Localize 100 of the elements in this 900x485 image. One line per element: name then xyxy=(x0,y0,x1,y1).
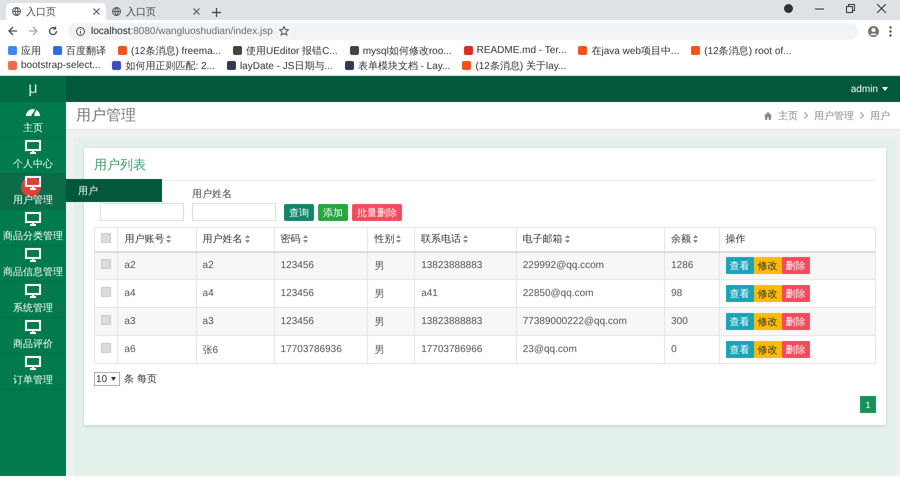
bookmark-link[interactable]: 应用 xyxy=(21,44,41,58)
sort-icon[interactable] xyxy=(564,235,570,244)
table-cell: a2 xyxy=(124,260,136,272)
search-button[interactable]: 查询 xyxy=(284,204,314,221)
new-tab-icon[interactable] xyxy=(212,8,221,17)
table-cell: a3 xyxy=(124,316,136,327)
bookmark-link[interactable]: 如何用正则匹配: 2... xyxy=(125,58,215,72)
submenu-item[interactable]: 用户 xyxy=(66,179,162,202)
delete-button[interactable]: 删除 xyxy=(782,285,810,302)
chevron-icon xyxy=(860,112,864,119)
address-field[interactable]: localhost:8080/wangluoshudian/index.jsp xyxy=(68,22,858,40)
monitor-icon xyxy=(25,320,41,334)
checkbox[interactable] xyxy=(101,315,111,325)
table-cell: 300 xyxy=(671,316,688,327)
star-icon[interactable] xyxy=(278,26,289,36)
table-cell: 男 xyxy=(374,344,384,356)
sort-icon[interactable] xyxy=(693,235,698,244)
monitor-icon xyxy=(25,284,41,298)
breadcrumb-link[interactable]: 主页 xyxy=(778,108,798,122)
bookmark-link[interactable]: 使用UEditor 报错C... xyxy=(246,44,338,58)
checkbox[interactable] xyxy=(101,343,111,353)
back-icon[interactable] xyxy=(8,26,18,36)
table-cell: 男 xyxy=(374,288,384,300)
column-header[interactable]: 电子邮箱 xyxy=(522,232,563,246)
checkbox[interactable] xyxy=(101,287,111,297)
user-menu[interactable]: admin xyxy=(850,84,878,94)
page-button[interactable]: 1 xyxy=(860,396,876,413)
page-size-label: 条 每页 xyxy=(124,373,157,386)
monitor-icon xyxy=(25,212,41,226)
bookmark-link[interactable]: 在java web项目中... xyxy=(591,44,680,58)
field-label: 用户姓名 xyxy=(192,188,233,201)
reload-icon[interactable] xyxy=(48,26,58,36)
table-cell: 17703786966 xyxy=(421,344,482,355)
bookmark-link[interactable]: layDate - JS日期与... xyxy=(240,58,333,72)
table-cell: 229992@qq.ccom xyxy=(522,260,604,272)
bookmark-link[interactable]: bootstrap-select... xyxy=(21,60,100,71)
batch-delete-button[interactable]: 批量删除 xyxy=(352,204,402,221)
page-title: 用户管理 xyxy=(76,106,136,125)
column-header[interactable]: 密码 xyxy=(280,232,301,246)
edit-button[interactable]: 修改 xyxy=(754,257,782,274)
page-size-select[interactable]: 10 xyxy=(94,372,120,386)
bookmark-link[interactable]: README.md - Ter... xyxy=(476,45,566,56)
edit-button[interactable]: 修改 xyxy=(754,341,782,358)
caret-icon xyxy=(882,87,888,91)
sort-icon[interactable] xyxy=(463,235,468,244)
column-header: 操作 xyxy=(726,233,746,246)
table-cell: a4 xyxy=(124,288,136,299)
table-cell: 张6 xyxy=(202,344,218,356)
bookmark-link[interactable]: (12条消息) root of... xyxy=(704,44,792,58)
table-cell: 13823888883 xyxy=(421,260,482,272)
caret-icon xyxy=(111,377,116,381)
browser-tab[interactable]: 入口页 xyxy=(106,3,206,20)
checkbox[interactable] xyxy=(101,259,111,270)
sort-icon[interactable] xyxy=(166,235,172,244)
table-cell: 123456 xyxy=(280,260,314,272)
table-cell: 98 xyxy=(671,288,682,299)
monitor-icon xyxy=(25,248,41,262)
breadcrumb-link[interactable]: 用户管理 xyxy=(814,108,854,122)
delete-button[interactable]: 删除 xyxy=(782,313,810,330)
bookmark-link[interactable]: (12条消息) freema... xyxy=(131,44,222,58)
account-icon[interactable] xyxy=(868,26,879,36)
checkbox[interactable] xyxy=(101,232,111,243)
browser-tab[interactable]: 入口页 xyxy=(6,3,106,20)
bookmark-link[interactable]: mysql如何修改roo... xyxy=(362,44,452,58)
close-icon[interactable] xyxy=(877,4,886,12)
delete-button[interactable]: 删除 xyxy=(782,341,810,358)
close-icon[interactable] xyxy=(93,8,100,15)
sort-icon[interactable] xyxy=(244,235,250,244)
input-field[interactable] xyxy=(100,203,184,221)
globe-icon xyxy=(12,7,21,16)
table-cell: 77389000222@qq.com xyxy=(522,316,627,327)
bookmark-link[interactable]: (12条消息) 关于lay... xyxy=(475,58,566,72)
table-cell: 123456 xyxy=(280,288,314,299)
monitor-icon xyxy=(25,176,41,190)
delete-button[interactable]: 删除 xyxy=(782,257,810,274)
close-icon[interactable] xyxy=(193,8,200,15)
forward-icon[interactable] xyxy=(28,26,38,36)
home-icon xyxy=(764,112,772,120)
table-cell: a6 xyxy=(124,344,136,355)
table-cell: 22850@qq.com xyxy=(522,288,594,299)
edit-button[interactable]: 修改 xyxy=(754,285,782,302)
table-cell: a2 xyxy=(202,260,214,272)
sidebar-item[interactable]: 用户管理 xyxy=(0,174,66,210)
table-cell: 男 xyxy=(374,260,384,272)
table-cell: 0 xyxy=(671,344,677,355)
restore-icon[interactable] xyxy=(846,4,855,12)
monitor-icon xyxy=(25,140,41,154)
table-cell: a41 xyxy=(421,288,438,299)
bookmark-link[interactable]: 百度翻译 xyxy=(66,44,106,58)
edit-button[interactable]: 修改 xyxy=(754,313,782,330)
sort-icon[interactable] xyxy=(396,235,402,244)
sort-icon[interactable] xyxy=(302,235,308,244)
info-icon xyxy=(76,26,85,36)
menu-icon[interactable] xyxy=(889,26,892,36)
globe-icon xyxy=(112,7,121,16)
bookmark-link[interactable]: 表单模块文档 - Lay... xyxy=(358,58,450,72)
table-cell: a4 xyxy=(202,288,214,299)
input-field[interactable] xyxy=(192,203,276,221)
table-cell: 123456 xyxy=(280,316,314,327)
table-cell: 1286 xyxy=(671,260,694,272)
